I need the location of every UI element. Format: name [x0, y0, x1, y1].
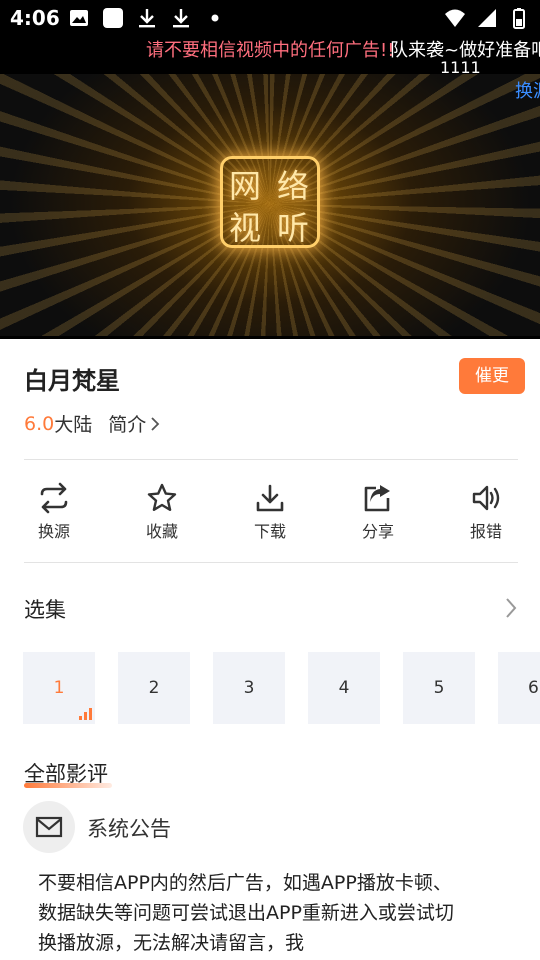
episodes-title: 选集: [24, 598, 66, 622]
notification-icons: [68, 7, 226, 29]
divider: [24, 562, 518, 563]
marquee-sub: 1111: [440, 58, 481, 77]
playing-indicator-icon: [79, 708, 92, 720]
episode-number: 5: [433, 678, 445, 698]
battery-icon: [513, 8, 525, 29]
marquee-warning: 请不要相信视频中的任何广告!!: [146, 40, 395, 61]
action-bar: 换源 收藏 下载 分享 报错: [0, 480, 540, 550]
download-icon: [139, 9, 155, 28]
action-switch-source[interactable]: 换源: [14, 480, 94, 546]
episode-item[interactable]: 3: [213, 652, 285, 724]
system-icons: [444, 7, 530, 29]
star-icon: [147, 483, 177, 511]
status-time: 4:06: [10, 6, 60, 30]
status-bar: 4:06: [0, 0, 540, 36]
action-label: 收藏: [145, 522, 178, 541]
episode-item[interactable]: 1: [23, 652, 95, 724]
episode-item[interactable]: 2: [118, 652, 190, 724]
image-icon: [70, 10, 88, 26]
episode-number: 1: [53, 678, 65, 698]
wifi-icon: [445, 9, 465, 27]
mail-icon: [35, 816, 63, 838]
avatar: [23, 801, 75, 853]
video-player[interactable]: 网 络 视 听 请不要相信视频中的任何广告!! 队来袭~做好准备吧 1111 换…: [0, 36, 540, 339]
episode-item[interactable]: 4: [308, 652, 380, 724]
chevron-right-icon[interactable]: [504, 596, 518, 620]
show-meta: 6.0 大陆 简介: [24, 410, 160, 437]
dot-icon: [211, 14, 219, 22]
logo-char: 视: [229, 209, 262, 247]
logo-char: 网: [229, 167, 262, 205]
action-label: 下载: [253, 522, 286, 541]
download-icon: [173, 9, 189, 28]
square-app-icon: [103, 8, 123, 28]
logo-char: 络: [277, 167, 310, 205]
episode-number: 4: [338, 678, 350, 698]
chevron-right-icon[interactable]: [150, 416, 160, 432]
speaker-icon: [472, 485, 500, 511]
action-favorite[interactable]: 收藏: [122, 480, 202, 546]
intro-link[interactable]: 简介: [108, 410, 146, 437]
episode-item[interactable]: 6: [498, 652, 540, 724]
action-report[interactable]: 报错: [446, 480, 526, 546]
score: 6.0: [24, 412, 55, 435]
divider: [24, 459, 518, 460]
download-icon: [256, 484, 284, 512]
logo-char: 听: [277, 209, 310, 247]
app-screen: 4:06 网 络 视 听 请不要相信视频中的任何广告!! 队来袭~做好准备吧 1…: [0, 0, 540, 960]
notice-body: 不要相信APP内的然后广告，如遇APP播放卡顿、数据缺失等问题可尝试退出APP重…: [38, 872, 454, 954]
switch-source-icon: [40, 482, 68, 514]
share-icon: [364, 485, 390, 512]
signal-icon: [478, 9, 496, 27]
action-share[interactable]: 分享: [338, 480, 418, 546]
notice-title: 系统公告: [87, 817, 171, 841]
video-frame[interactable]: 网 络 视 听: [0, 74, 540, 336]
show-title: 白月梵星: [24, 367, 120, 395]
switch-source-tag[interactable]: 换源: [515, 77, 540, 103]
episode-item[interactable]: 5: [403, 652, 475, 724]
episode-number: 2: [148, 678, 160, 698]
action-label: 报错: [469, 522, 502, 541]
reviews-title: 全部影评: [24, 762, 108, 786]
episode-number: 3: [243, 678, 255, 698]
action-label: 换源: [37, 522, 70, 541]
episode-number: 6: [528, 678, 539, 698]
video-logo: 网 络 视 听: [220, 156, 320, 248]
action-label: 分享: [361, 522, 394, 541]
action-download[interactable]: 下载: [230, 480, 310, 546]
urge-update-button[interactable]: 催更: [459, 358, 525, 394]
region: 大陆: [54, 414, 93, 436]
